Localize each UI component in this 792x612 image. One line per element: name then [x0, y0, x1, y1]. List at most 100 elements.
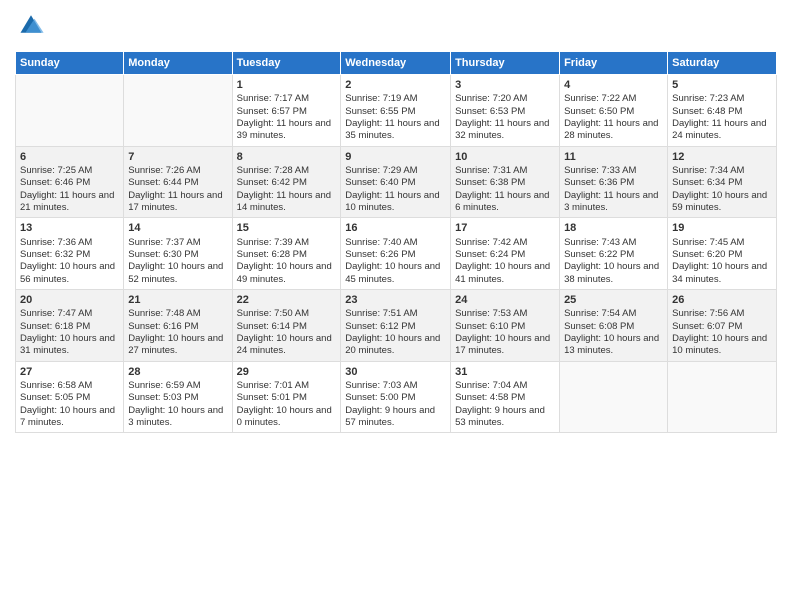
sunrise-text: Sunrise: 7:22 AM: [564, 93, 636, 104]
calendar-cell: 21Sunrise: 7:48 AMSunset: 6:16 PMDayligh…: [124, 290, 232, 362]
day-info: Sunrise: 7:48 AMSunset: 6:16 PMDaylight:…: [128, 308, 227, 357]
daylight-text: Daylight: 10 hours and 34 minutes.: [672, 261, 767, 284]
day-number: 17: [455, 221, 555, 235]
day-number: 15: [237, 221, 337, 235]
sunset-text: Sunset: 5:00 PM: [345, 392, 415, 403]
daylight-text: Daylight: 10 hours and 7 minutes.: [20, 405, 115, 428]
daylight-text: Daylight: 11 hours and 35 minutes.: [345, 118, 439, 141]
calendar-table: SundayMondayTuesdayWednesdayThursdayFrid…: [15, 51, 777, 433]
day-info: Sunrise: 7:26 AMSunset: 6:44 PMDaylight:…: [128, 165, 227, 214]
daylight-text: Daylight: 11 hours and 24 minutes.: [672, 118, 766, 141]
sunrise-text: Sunrise: 7:39 AM: [237, 237, 309, 248]
day-number: 27: [20, 365, 119, 379]
daylight-text: Daylight: 10 hours and 20 minutes.: [345, 333, 440, 356]
sunrise-text: Sunrise: 7:42 AM: [455, 237, 527, 248]
calendar-cell: 7Sunrise: 7:26 AMSunset: 6:44 PMDaylight…: [124, 146, 232, 218]
daylight-text: Daylight: 11 hours and 6 minutes.: [455, 190, 549, 213]
day-info: Sunrise: 7:34 AMSunset: 6:34 PMDaylight:…: [672, 165, 772, 214]
day-info: Sunrise: 7:28 AMSunset: 6:42 PMDaylight:…: [237, 165, 337, 214]
sunrise-text: Sunrise: 7:31 AM: [455, 165, 527, 176]
day-info: Sunrise: 7:04 AMSunset: 4:58 PMDaylight:…: [455, 380, 555, 429]
sunset-text: Sunset: 6:36 PM: [564, 177, 634, 188]
day-info: Sunrise: 7:39 AMSunset: 6:28 PMDaylight:…: [237, 237, 337, 286]
day-info: Sunrise: 7:36 AMSunset: 6:32 PMDaylight:…: [20, 237, 119, 286]
day-number: 20: [20, 293, 119, 307]
day-info: Sunrise: 6:58 AMSunset: 5:05 PMDaylight:…: [20, 380, 119, 429]
calendar-cell: 15 Sunrise: 7:39 AMSunset: 6:28 PMDayligh…: [232, 218, 341, 290]
day-info: Sunrise: 6:59 AMSunset: 5:03 PMDaylight:…: [128, 380, 227, 429]
sunset-text: Sunset: 4:58 PM: [455, 392, 525, 403]
sunrise-text: Sunrise: 7:33 AM: [564, 165, 636, 176]
calendar-cell: 1Sunrise: 7:17 AMSunset: 6:57 PMDaylight…: [232, 75, 341, 147]
calendar-cell: 18Sunrise: 7:43 AMSunset: 6:22 PMDayligh…: [560, 218, 668, 290]
day-info: Sunrise: 7:42 AMSunset: 6:24 PMDaylight:…: [455, 237, 555, 286]
daylight-text: Daylight: 10 hours and 31 minutes.: [20, 333, 115, 356]
day-info: Sunrise: 7:25 AMSunset: 6:46 PMDaylight:…: [20, 165, 119, 214]
calendar-header-row: SundayMondayTuesdayWednesdayThursdayFrid…: [16, 52, 777, 75]
day-header-friday: Friday: [560, 52, 668, 75]
calendar-cell: 6Sunrise: 7:25 AMSunset: 6:46 PMDaylight…: [16, 146, 124, 218]
sunrise-text: Sunrise: 7:20 AM: [455, 93, 527, 104]
day-info: Sunrise: 7:03 AMSunset: 5:00 PMDaylight:…: [345, 380, 446, 429]
sunrise-text: Sunrise: 7:56 AM: [672, 308, 744, 319]
day-info: Sunrise: 7:40 AMSunset: 6:26 PMDaylight:…: [345, 237, 446, 286]
calendar-cell: 26Sunrise: 7:56 AMSunset: 6:07 PMDayligh…: [668, 290, 777, 362]
day-info: Sunrise: 7:29 AMSunset: 6:40 PMDaylight:…: [345, 165, 446, 214]
day-number: 9: [345, 150, 446, 164]
week-row-4: 20Sunrise: 7:47 AMSunset: 6:18 PMDayligh…: [16, 290, 777, 362]
daylight-text: Daylight: 11 hours and 39 minutes.: [237, 118, 331, 141]
daylight-text: Daylight: 10 hours and 13 minutes.: [564, 333, 659, 356]
calendar-cell: 10Sunrise: 7:31 AMSunset: 6:38 PMDayligh…: [451, 146, 560, 218]
day-number: 25: [564, 293, 663, 307]
sunset-text: Sunset: 6:34 PM: [672, 177, 742, 188]
day-info: Sunrise: 7:19 AMSunset: 6:55 PMDaylight:…: [345, 93, 446, 142]
sunset-text: Sunset: 6:55 PM: [345, 106, 415, 117]
sunrise-text: Sunrise: 7:37 AM: [128, 237, 200, 248]
sunset-text: Sunset: 6:53 PM: [455, 106, 525, 117]
day-number: 30: [345, 365, 446, 379]
calendar-cell: 27Sunrise: 6:58 AMSunset: 5:05 PMDayligh…: [16, 361, 124, 433]
sunrise-text: Sunrise: 7:26 AM: [128, 165, 200, 176]
daylight-text: Daylight: 11 hours and 3 minutes.: [564, 190, 658, 213]
sunrise-text: Sunrise: 7:36 AM: [20, 237, 92, 248]
page: SundayMondayTuesdayWednesdayThursdayFrid…: [0, 0, 792, 612]
day-number: 13: [20, 221, 119, 235]
calendar-cell: 22Sunrise: 7:50 AMSunset: 6:14 PMDayligh…: [232, 290, 341, 362]
day-info: Sunrise: 7:50 AMSunset: 6:14 PMDaylight:…: [237, 308, 337, 357]
day-number: 3: [455, 78, 555, 92]
logo-icon: [17, 10, 45, 38]
daylight-text: Daylight: 11 hours and 28 minutes.: [564, 118, 658, 141]
day-number: 4: [564, 78, 663, 92]
day-header-sunday: Sunday: [16, 52, 124, 75]
calendar-cell: 4Sunrise: 7:22 AM Sunset: 6:50 PMDaylight…: [560, 75, 668, 147]
week-row-3: 13 Sunrise: 7:36 AMSunset: 6:32 PMDayligh…: [16, 218, 777, 290]
day-number: 31: [455, 365, 555, 379]
week-row-5: 27Sunrise: 6:58 AMSunset: 5:05 PMDayligh…: [16, 361, 777, 433]
day-number: 14: [128, 221, 227, 235]
calendar-cell: [668, 361, 777, 433]
daylight-text: Daylight: 11 hours and 21 minutes.: [20, 190, 114, 213]
day-number: 8: [237, 150, 337, 164]
sunrise-text: Sunrise: 7:03 AM: [345, 380, 417, 391]
daylight-text: Daylight: 10 hours and 17 minutes.: [455, 333, 550, 356]
daylight-text: Daylight: 10 hours and 0 minutes.: [237, 405, 332, 428]
sunset-text: Sunset: 6:22 PM: [564, 249, 634, 260]
day-info: Sunrise: 7:53 AMSunset: 6:10 PMDaylight:…: [455, 308, 555, 357]
calendar-cell: 31Sunrise: 7:04 AMSunset: 4:58 PMDayligh…: [451, 361, 560, 433]
day-number: 23: [345, 293, 446, 307]
day-number: 29: [237, 365, 337, 379]
daylight-text: Daylight: 10 hours and 3 minutes.: [128, 405, 223, 428]
sunrise-text: Sunrise: 7:43 AM: [564, 237, 636, 248]
sunset-text: Sunset: 6:46 PM: [20, 177, 90, 188]
sunset-text: Sunset: 6:42 PM: [237, 177, 307, 188]
calendar-cell: 13 Sunrise: 7:36 AMSunset: 6:32 PMDayligh…: [16, 218, 124, 290]
calendar-cell: 24Sunrise: 7:53 AMSunset: 6:10 PMDayligh…: [451, 290, 560, 362]
sunset-text: Sunset: 6:14 PM: [237, 321, 307, 332]
day-info: Sunrise: 7:23 AMSunset: 6:48 PMDaylight:…: [672, 93, 772, 142]
sunrise-text: Sunrise: 7:01 AM: [237, 380, 309, 391]
sunset-text: Sunset: 6:50 PM: [564, 106, 634, 117]
daylight-text: Daylight: 10 hours and 27 minutes.: [128, 333, 223, 356]
daylight-text: Daylight: 10 hours and 59 minutes.: [672, 190, 767, 213]
sunset-text: Sunset: 6:44 PM: [128, 177, 198, 188]
day-header-thursday: Thursday: [451, 52, 560, 75]
